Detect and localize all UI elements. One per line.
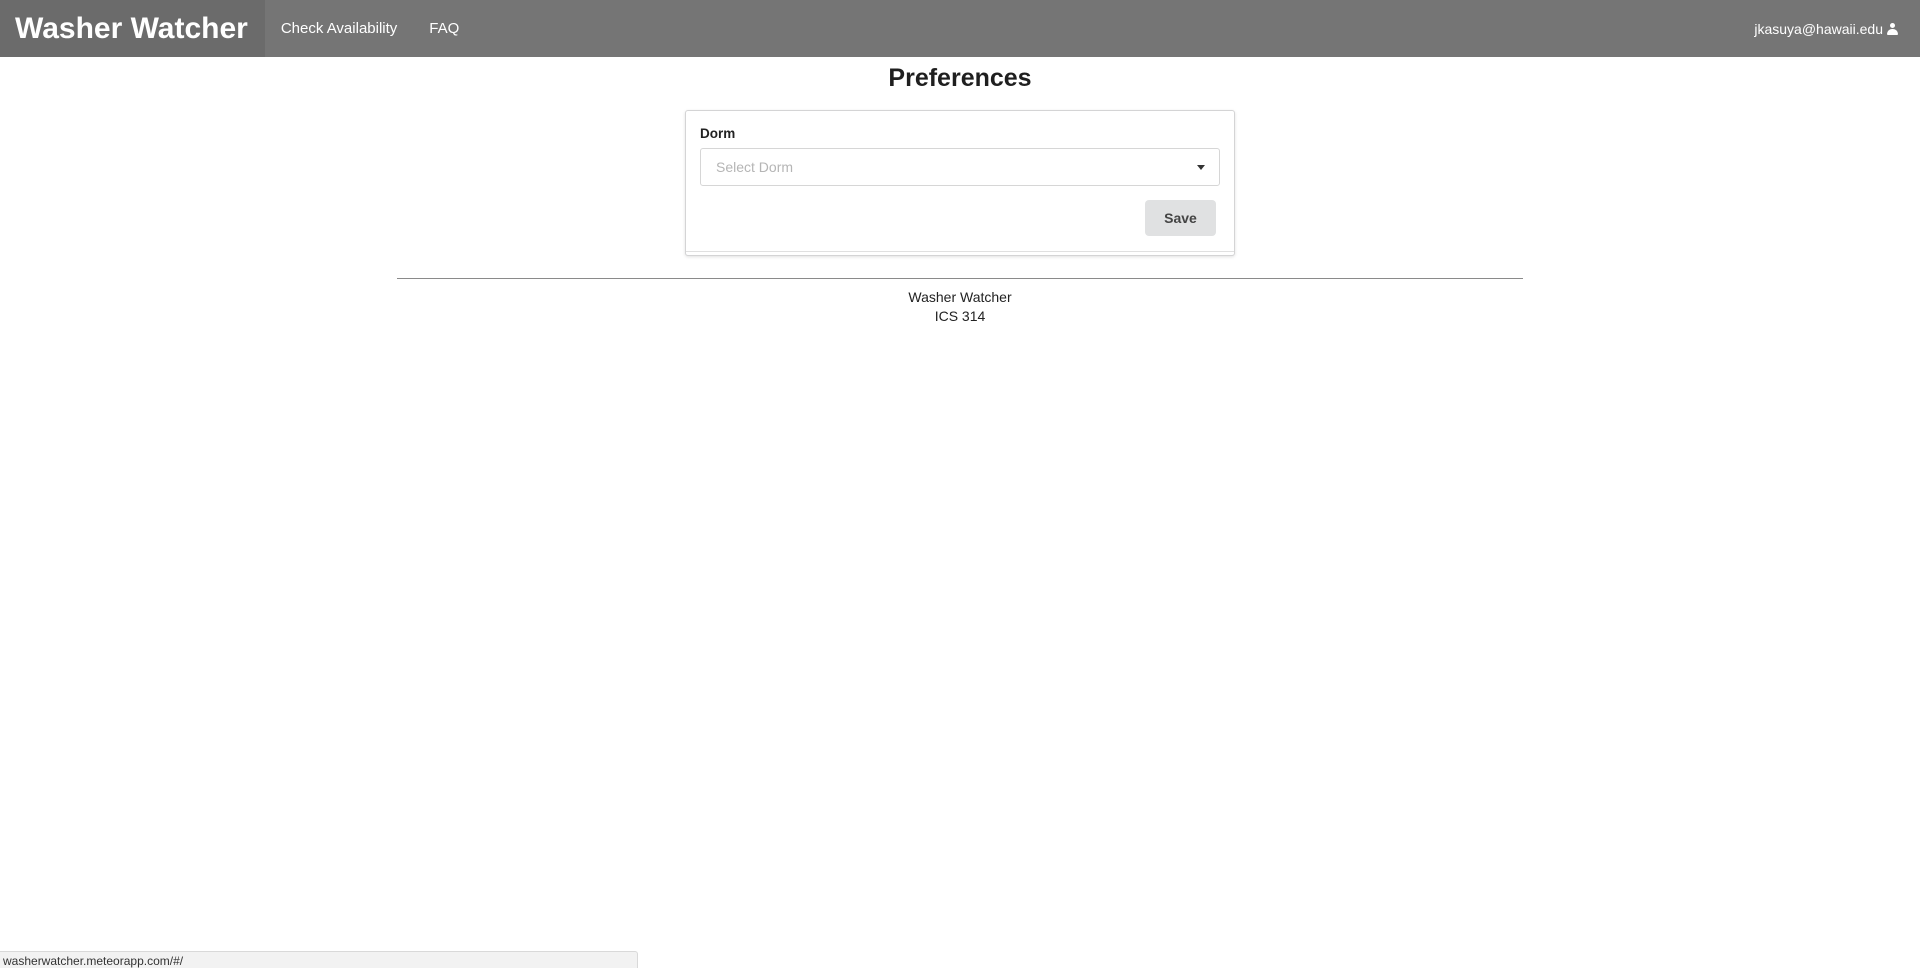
user-menu[interactable]: jkasuya@hawaii.edu bbox=[1738, 0, 1920, 57]
footer-divider bbox=[397, 278, 1523, 279]
dorm-select[interactable]: Select Dorm bbox=[700, 148, 1220, 186]
dropdown-caret-icon bbox=[1197, 165, 1205, 170]
top-navbar: Washer Watcher Check Availability FAQ jk… bbox=[0, 0, 1920, 57]
dorm-label: Dorm bbox=[700, 126, 736, 141]
save-button[interactable]: Save bbox=[1145, 200, 1216, 236]
nav-check-availability[interactable]: Check Availability bbox=[265, 0, 413, 57]
footer-course: ICS 314 bbox=[934, 308, 986, 324]
preferences-form-card: Dorm Select Dorm Save bbox=[685, 110, 1235, 256]
user-icon bbox=[1887, 22, 1898, 35]
user-email: jkasuya@hawaii.edu bbox=[1754, 20, 1883, 37]
nav-faq[interactable]: FAQ bbox=[413, 0, 475, 57]
brand-home-link[interactable]: Washer Watcher bbox=[0, 0, 265, 57]
dorm-select-placeholder: Select Dorm bbox=[716, 159, 794, 175]
page-title: Preferences bbox=[888, 64, 1032, 92]
browser-status-bar: washerwatcher.meteorapp.com/#/ bbox=[0, 951, 638, 968]
footer-app-name: Washer Watcher bbox=[908, 289, 1012, 305]
